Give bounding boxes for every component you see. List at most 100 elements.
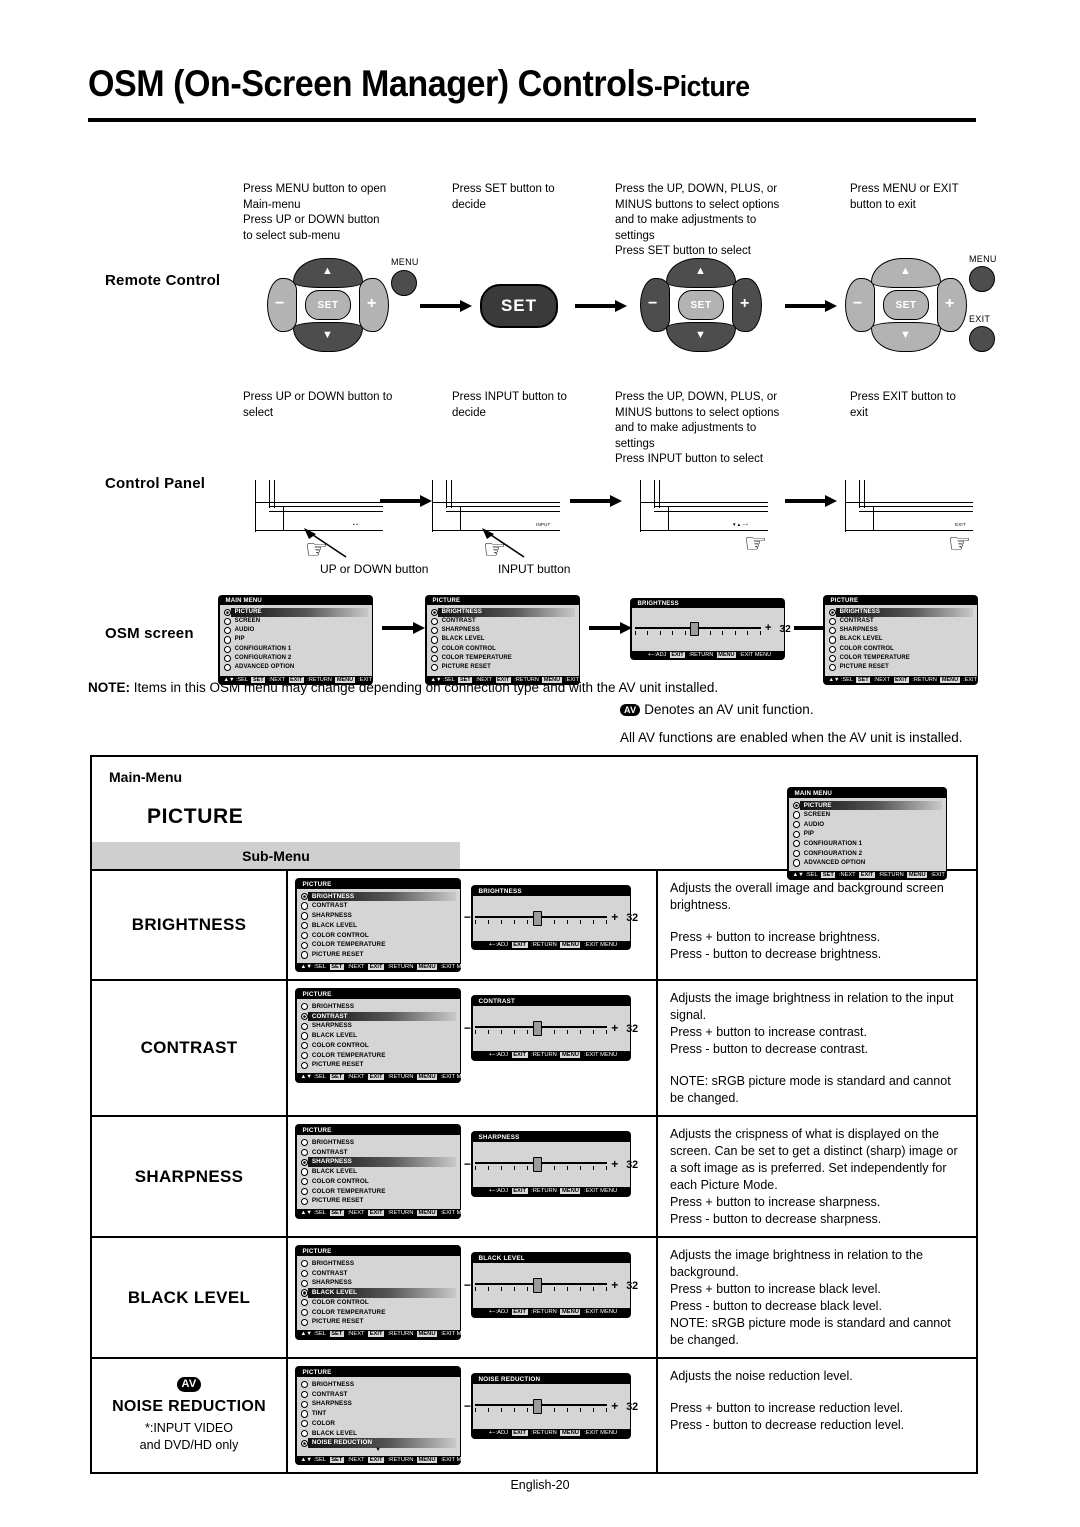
osm-menu-item[interactable]: CONTRAST (828, 617, 973, 626)
osm-item-label: COLOR CONTROL (839, 645, 894, 652)
osm-menu-item[interactable]: BRIGHTNESS (300, 1002, 456, 1012)
osm-menu-item[interactable]: COLOR TEMPERATURE (828, 654, 973, 663)
osm-menu-item[interactable]: BLACK LEVEL (300, 921, 456, 931)
osm-menu-item[interactable]: SCREEN (223, 617, 368, 626)
osm-menu-item[interactable]: ADVANCED OPTION (792, 858, 942, 868)
slider-track[interactable] (474, 910, 608, 926)
osm-menu-item[interactable]: COLOR CONTROL (430, 645, 575, 654)
osm-slider[interactable]: − +32 (463, 1020, 638, 1037)
osm-menu-item[interactable]: COLOR TEMPERATURE (300, 1051, 456, 1061)
osm-menu-item[interactable]: SCREEN (792, 810, 942, 820)
osm-menu-item[interactable]: PICTURE RESET (430, 663, 575, 672)
osm-menu-item[interactable]: CONTRAST (300, 1011, 456, 1022)
slider-track[interactable] (474, 1156, 608, 1173)
osm-menu-item[interactable]: COLOR CONTROL (300, 1041, 456, 1051)
osm-menu-item[interactable]: SHARPNESS (300, 1021, 456, 1031)
osm-menu-item[interactable]: COLOR TEMPERATURE (430, 654, 575, 663)
osm-menu-item[interactable]: AUDIO (792, 820, 942, 830)
osm-menu-item[interactable]: BRIGHTNESS (828, 607, 973, 617)
osm-foot-text: :EXIT MENU (582, 1188, 618, 1195)
osm-slider[interactable]: − +32 (624, 621, 791, 637)
osm-menu-item[interactable]: PICTURE RESET (300, 1196, 456, 1206)
osm-slider[interactable]: − +32 (464, 1398, 638, 1415)
osm-menu-item[interactable]: TINT (300, 1409, 456, 1419)
osm-menu-item[interactable]: PICTURE RESET (300, 1060, 456, 1070)
osm-menu-item[interactable]: PICTURE (792, 800, 942, 811)
osm-menu-item[interactable]: SHARPNESS (828, 626, 973, 635)
osm-menu-item[interactable]: BLACK LEVEL (300, 1288, 456, 1298)
set-button-large[interactable]: SET (480, 284, 558, 328)
plus-sign-icon: + (367, 295, 377, 312)
osm-menu-item[interactable]: SHARPNESS (300, 1278, 456, 1288)
exit-button[interactable] (969, 326, 995, 352)
slider-knob[interactable] (532, 1156, 542, 1173)
osm-menu-item[interactable]: CONFIGURATION 2 (792, 849, 942, 859)
osm-menu-item[interactable]: SHARPNESS (300, 911, 456, 921)
osm-menu-item[interactable]: PICTURE (223, 607, 368, 617)
osm-menu-item[interactable]: BLACK LEVEL (300, 1167, 456, 1177)
slider-track[interactable] (474, 1398, 608, 1415)
osm-menu-item[interactable]: CONTRAST (300, 1269, 456, 1279)
osm-menu-item[interactable]: COLOR CONTROL (300, 1298, 456, 1308)
osm-menu-item[interactable]: BLACK LEVEL (828, 635, 973, 644)
set-button[interactable]: SET (883, 290, 929, 320)
osm-menu-item[interactable]: BLACK LEVEL (300, 1031, 456, 1041)
slider-track[interactable] (474, 1020, 608, 1037)
osm-menu-item[interactable]: PICTURE RESET (300, 950, 456, 960)
osm-menu-item[interactable]: PICTURE RESET (300, 1317, 456, 1327)
osm-foot-text: :RETURN (386, 963, 415, 970)
osm-menu-item[interactable]: COLOR CONTROL (828, 645, 973, 654)
osm-menu-item[interactable]: CONTRAST (300, 1148, 456, 1158)
slider-track[interactable] (634, 621, 761, 637)
osm-menu-item[interactable]: COLOR CONTROL (300, 1177, 456, 1187)
minus-icon: − (463, 1020, 471, 1035)
osm-menu-item[interactable]: BLACK LEVEL (430, 635, 575, 644)
osm-bullet-icon (792, 849, 800, 857)
osm-menu-item[interactable]: PICTURE RESET (828, 663, 973, 672)
slider-knob[interactable] (532, 1277, 542, 1294)
osm-menu-item[interactable]: BRIGHTNESS (300, 1138, 456, 1148)
osm-item-label: BLACK LEVEL (839, 636, 883, 643)
osm-menu-item[interactable]: COLOR CONTROL (300, 931, 456, 941)
osm-menu-item[interactable]: CONTRAST (300, 901, 456, 911)
osm-bullet-icon (430, 617, 438, 625)
osm-menu-item[interactable]: COLOR TEMPERATURE (300, 940, 456, 950)
slider-knob[interactable] (690, 621, 699, 637)
slider-knob[interactable] (532, 1020, 542, 1037)
osm-slider[interactable]: − +32 (464, 1277, 638, 1294)
osm-menu-item[interactable]: BRIGHTNESS (300, 1380, 456, 1390)
osm-menu-item[interactable]: CONFIGURATION 2 (223, 654, 368, 663)
osm-menu-item[interactable]: SHARPNESS (430, 626, 575, 635)
remote-dpad: ▲ ▼ − + SET (640, 258, 762, 352)
osm-slider[interactable]: − +32 (464, 1156, 638, 1173)
osm-slider[interactable]: − +32 (464, 910, 638, 926)
slider-track[interactable] (474, 1277, 608, 1294)
osm-menu-item[interactable]: ADVANCED OPTION (223, 663, 368, 672)
set-button[interactable]: SET (678, 290, 724, 320)
osm-menu-item[interactable]: COLOR (300, 1419, 456, 1429)
menu-button[interactable] (969, 266, 995, 292)
osm-menu-item[interactable]: SHARPNESS (300, 1399, 456, 1409)
osm-menu-item[interactable]: COLOR TEMPERATURE (300, 1187, 456, 1197)
osm-menu-item[interactable]: BRIGHTNESS (300, 1259, 456, 1269)
osm-menu-item[interactable]: CONFIGURATION 1 (792, 839, 942, 849)
osm-bullet-icon (300, 1148, 308, 1157)
osm-menu-item[interactable]: CONFIGURATION 1 (223, 645, 368, 654)
osm-menu-item[interactable]: CONTRAST (430, 617, 575, 626)
osm-menu-item[interactable]: CONTRAST (300, 1390, 456, 1400)
osm-menu-item[interactable]: BRIGHTNESS (300, 891, 456, 902)
menu-button[interactable] (391, 270, 417, 296)
slider-knob[interactable] (532, 910, 542, 926)
slider-knob[interactable] (532, 1398, 542, 1415)
set-button[interactable]: SET (305, 290, 351, 320)
osm-menu-item[interactable]: BRIGHTNESS (430, 607, 575, 617)
osm-bullet-icon (223, 655, 231, 663)
panel-caption-2: Press INPUT button to decide (452, 391, 567, 419)
osm-menu-item[interactable]: COLOR TEMPERATURE (300, 1308, 456, 1318)
osm-menu-item[interactable]: SHARPNESS (300, 1157, 456, 1168)
osm-menu-item[interactable]: AUDIO (223, 626, 368, 635)
osm-menu-item[interactable]: PIP (792, 829, 942, 839)
osm-item-label: PIP (803, 830, 815, 838)
osm-menu-item[interactable]: PIP (223, 635, 368, 644)
osm-menu-item[interactable]: BLACK LEVEL (300, 1429, 456, 1439)
